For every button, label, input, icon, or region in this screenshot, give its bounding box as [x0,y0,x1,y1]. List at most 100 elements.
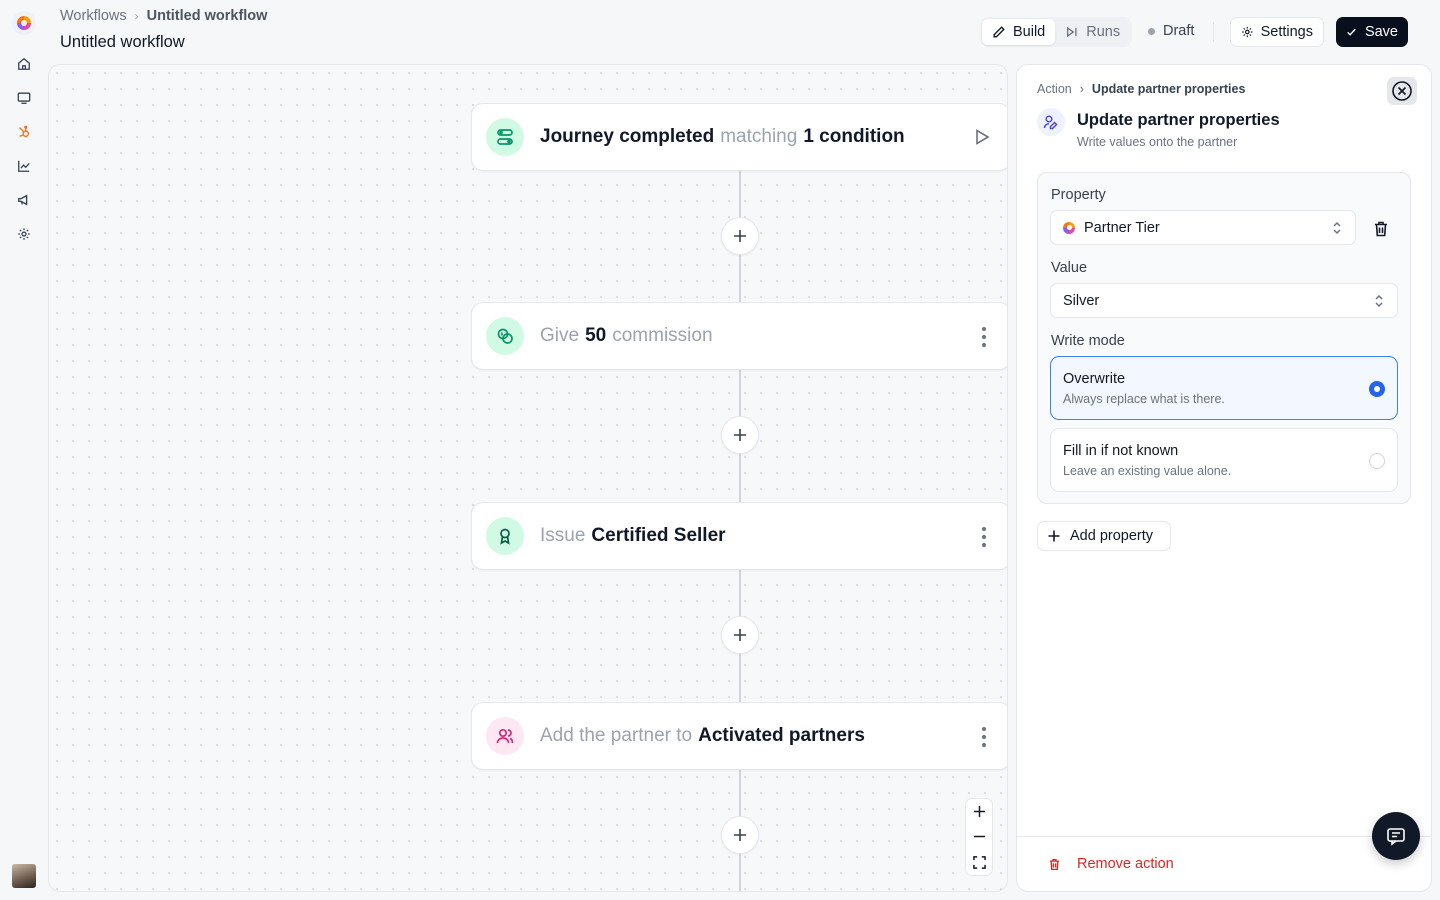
node-text-part: Give [540,325,580,346]
app-logo-icon[interactable] [12,11,36,35]
monitor-icon[interactable] [16,90,32,106]
radio-unselected-icon[interactable] [1369,453,1385,469]
radio-selected-icon[interactable] [1369,381,1385,397]
plus-icon [734,829,746,841]
workflow-canvas[interactable]: Journey completed matching 1 condition G… [48,64,1008,892]
save-label: Save [1364,24,1398,40]
chart-icon[interactable] [16,158,32,174]
chevron-updown-icon [1333,221,1341,235]
coins-icon [486,317,524,355]
chevron-right-icon: › [134,9,139,23]
gear-icon [1242,26,1253,38]
close-circle-icon [1392,81,1412,101]
add-property-label: Add property [1070,528,1154,544]
status-dot-icon [1148,27,1155,35]
node-text-part: Certified Seller [591,525,726,546]
panel-breadcrumb-current: Update partner properties [1091,82,1246,96]
node-text-part: 50 [585,325,607,346]
add-step-button[interactable] [721,616,759,654]
action-node-group[interactable]: Add the partner to Activated partners [471,702,1007,770]
write-mode-option-fill[interactable]: Fill in if not known Leave an existing v… [1050,428,1398,492]
divider [1017,836,1431,837]
user-edit-icon [1037,108,1065,136]
node-title: Add the partner to Activated partners [540,725,865,747]
panel-subtitle: Write values onto the partner [1077,135,1238,149]
home-icon[interactable] [16,56,32,72]
chat-icon [1387,828,1405,846]
zoom-out-button[interactable] [966,824,992,849]
pencil-icon [993,26,1005,38]
tab-runs[interactable]: Runs [1055,19,1130,45]
award-icon [486,517,524,555]
value-select[interactable]: Silver [1050,283,1398,318]
panel-breadcrumb-root[interactable]: Action [1037,82,1072,96]
node-text-part: 1 condition [803,126,905,147]
megaphone-icon[interactable] [16,192,32,208]
play-icon[interactable] [972,127,992,147]
minus-icon [973,836,985,838]
tab-build[interactable]: Build [982,19,1056,45]
panel-title: Update partner properties [1077,111,1280,129]
app-logo-icon [1063,221,1075,234]
zoom-in-button[interactable] [966,799,992,824]
action-node-certification[interactable]: Issue Certified Seller [471,502,1007,570]
remove-action-button[interactable]: Remove action [1047,856,1174,872]
more-icon[interactable] [982,327,986,347]
zoom-controls [965,798,993,876]
settings-label: Settings [1260,24,1313,40]
divider [1213,22,1214,42]
panel-breadcrumb: Action › Update partner properties [1037,82,1245,96]
tab-runs-label: Runs [1086,24,1121,40]
fit-view-button[interactable] [966,850,992,875]
plus-icon [1048,530,1060,542]
add-step-button[interactable] [721,416,759,454]
page-title[interactable]: Untitled workflow [60,33,185,52]
write-mode-label: Write mode [1051,333,1125,349]
action-panel: Action › Update partner properties Updat… [1016,64,1432,892]
plus-icon [734,230,746,242]
option-title: Fill in if not known [1063,443,1179,459]
option-description: Leave an existing value alone. [1063,464,1232,478]
user-avatar[interactable] [12,864,36,888]
breadcrumb: Workflows › Untitled workflow [60,8,267,24]
action-node-commission[interactable]: Give 50 commission [471,302,1007,370]
node-title: Journey completed matching 1 condition [540,126,905,148]
skip-forward-icon [1067,26,1077,38]
view-tabs: Build Runs [980,17,1132,47]
gear-icon[interactable] [16,226,32,242]
more-icon[interactable] [982,527,986,547]
trigger-node[interactable]: Journey completed matching 1 condition [471,103,1007,171]
save-button[interactable]: Save [1336,17,1408,47]
node-text-part: Issue [540,525,586,546]
close-panel-button[interactable] [1387,77,1417,105]
settings-button[interactable]: Settings [1230,17,1324,47]
more-icon[interactable] [982,727,986,747]
value-label: Value [1051,260,1088,276]
users-icon [486,717,524,755]
status-badge: Draft [1148,23,1194,39]
property-select[interactable]: Partner Tier [1050,210,1356,245]
breadcrumb-workflows-link[interactable]: Workflows [60,8,127,24]
add-property-button[interactable]: Add property [1037,521,1171,551]
plus-icon [734,629,746,641]
node-title: Issue Certified Seller [540,525,726,547]
trash-icon [1050,858,1059,870]
tab-build-label: Build [1013,24,1046,40]
property-label: Property [1051,187,1106,203]
write-mode-option-overwrite[interactable]: Overwrite Always replace what is there. [1050,356,1398,420]
breadcrumb-current: Untitled workflow [146,8,268,24]
fullscreen-icon [972,855,986,869]
chevron-right-icon: › [1079,82,1084,96]
property-select-value: Partner Tier [1084,219,1160,236]
trash-icon[interactable] [1371,219,1391,239]
node-text-part: matching [720,126,798,147]
node-text-part: Add the partner to [540,725,693,746]
hubspot-icon[interactable] [16,124,32,140]
node-text-part: Journey completed [540,126,715,147]
option-title: Overwrite [1063,371,1126,387]
add-step-button[interactable] [721,217,759,255]
chevron-updown-icon [1375,294,1383,308]
check-icon [1347,28,1356,36]
chat-support-button[interactable] [1372,812,1420,860]
add-step-button[interactable] [721,816,759,854]
